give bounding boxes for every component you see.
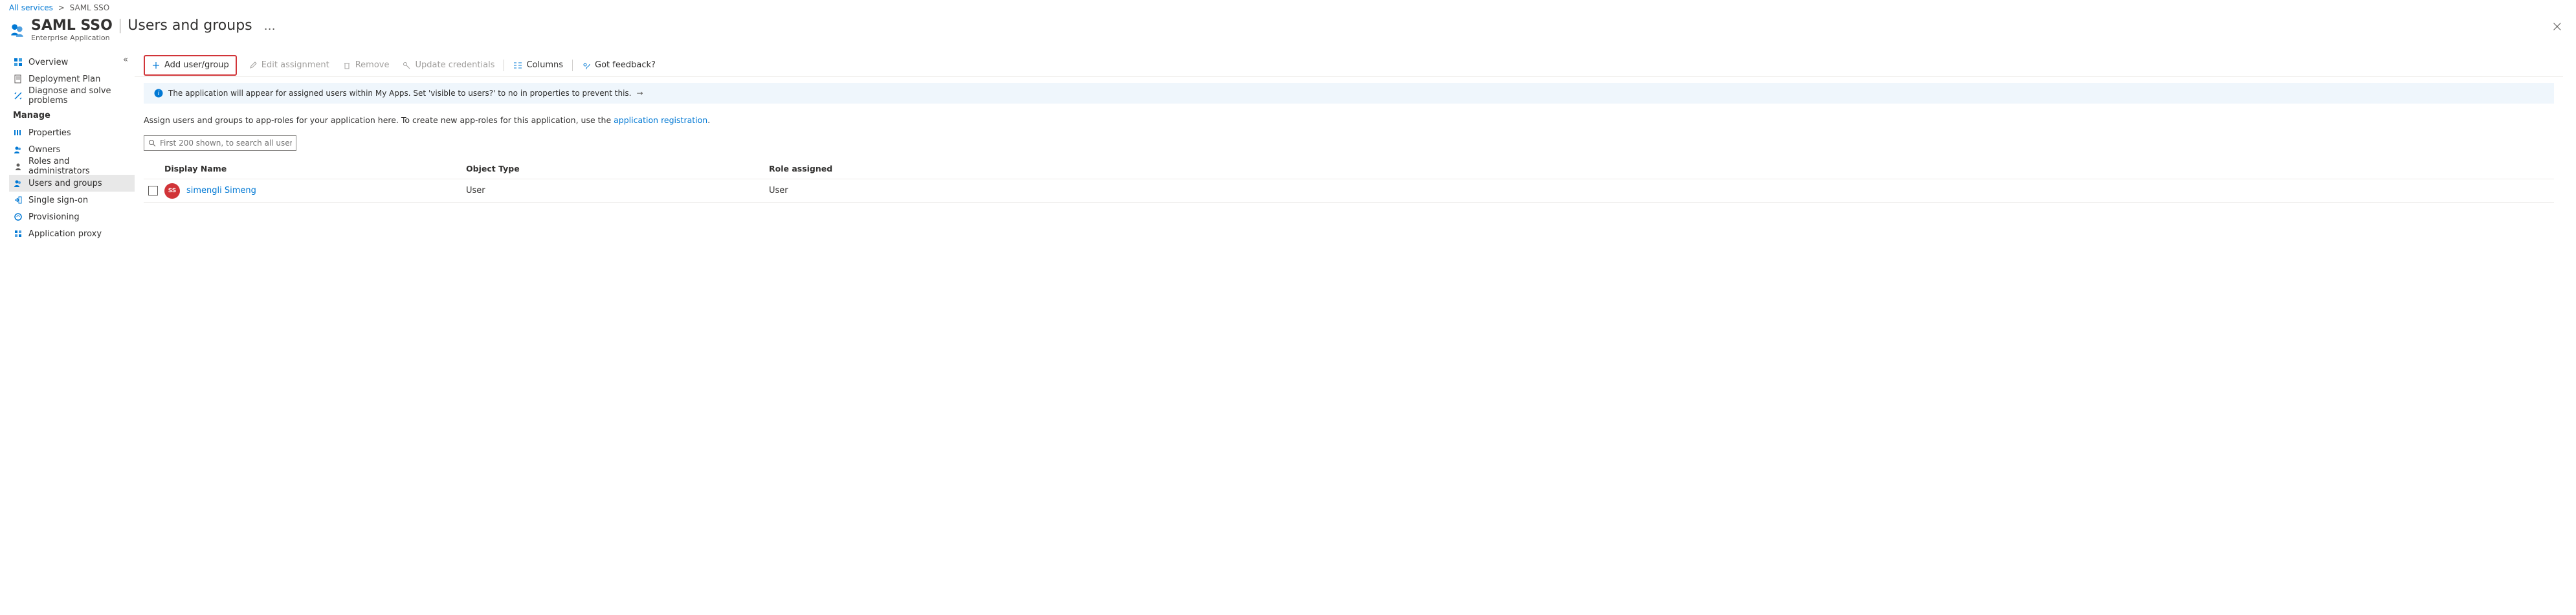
toolbar-separator <box>572 60 573 71</box>
users-table: Display Name Object Type Role assigned S… <box>144 159 2554 203</box>
collapse-sidebar-icon[interactable]: « <box>123 55 128 65</box>
sidebar-item-application-proxy[interactable]: Application proxy <box>9 225 135 242</box>
page-header: SAML SSO | Users and groups … Enterprise… <box>0 15 2576 54</box>
page-subtitle: Users and groups <box>128 17 252 34</box>
remove-button[interactable]: Remove <box>336 55 396 76</box>
resource-type-label: Enterprise Application <box>31 34 275 42</box>
properties-icon <box>13 128 23 138</box>
header-display-name[interactable]: Display Name <box>162 164 466 173</box>
sidebar-item-properties[interactable]: Properties <box>9 124 135 141</box>
toolbar-label: Remove <box>355 60 390 70</box>
sidebar-item-label: Diagnose and solve problems <box>28 86 131 106</box>
users-groups-icon <box>13 178 23 188</box>
roles-icon <box>13 161 23 172</box>
deployment-plan-icon <box>13 74 23 84</box>
toolbar-label: Add user/group <box>164 60 229 70</box>
banner-text: The application will appear for assigned… <box>168 89 631 98</box>
key-icon <box>402 61 411 70</box>
sidebar-section-manage: Manage <box>9 104 135 124</box>
toolbar-label: Update credentials <box>415 60 494 70</box>
sidebar-item-roles-admins[interactable]: Roles and administrators <box>9 158 135 175</box>
sidebar-item-label: Provisioning <box>28 212 80 222</box>
content-pane: Add user/group Edit assignment Remove Up… <box>135 54 2576 242</box>
breadcrumb-current: SAML SSO <box>70 3 110 12</box>
overview-icon <box>13 57 23 67</box>
sidebar-item-label: Application proxy <box>28 229 102 239</box>
header-object-type[interactable]: Object Type <box>466 164 769 173</box>
svg-text:i: i <box>158 90 160 97</box>
more-actions-icon[interactable]: … <box>264 19 275 33</box>
close-icon[interactable]: × <box>2551 19 2563 35</box>
toolbar: Add user/group Edit assignment Remove Up… <box>135 54 2563 77</box>
info-banner: i The application will appear for assign… <box>144 83 2554 104</box>
search-icon <box>148 139 156 147</box>
app-icon <box>9 21 26 38</box>
desc-text-post: . <box>707 115 710 125</box>
sso-icon <box>13 195 23 205</box>
sidebar-item-diagnose[interactable]: Diagnose and solve problems <box>9 87 135 104</box>
app-proxy-icon <box>13 229 23 239</box>
provisioning-icon <box>13 212 23 222</box>
row-role-assigned: User <box>769 186 2554 196</box>
sidebar-item-overview[interactable]: Overview <box>9 54 135 71</box>
sidebar-item-label: Single sign-on <box>28 196 88 205</box>
toolbar-label: Columns <box>526 60 563 70</box>
page-description: Assign users and groups to app-roles for… <box>135 104 2563 134</box>
row-checkbox[interactable] <box>148 186 158 196</box>
sidebar-item-provisioning[interactable]: Provisioning <box>9 208 135 225</box>
owners-icon <box>13 144 23 155</box>
sidebar-item-label: Overview <box>28 58 68 67</box>
sidebar-item-owners[interactable]: Owners <box>9 141 135 158</box>
title-divider: | <box>118 17 122 34</box>
avatar: SS <box>164 183 180 199</box>
trash-icon <box>342 61 351 70</box>
sidebar: « Overview Deployment Plan Diagnose and … <box>0 54 135 242</box>
sidebar-item-label: Owners <box>28 145 60 155</box>
table-header-row: Display Name Object Type Role assigned <box>144 159 2554 179</box>
sidebar-item-single-sign-on[interactable]: Single sign-on <box>9 192 135 208</box>
diagnose-icon <box>13 91 23 101</box>
table-row[interactable]: SS simengli Simeng User User <box>144 179 2554 203</box>
columns-icon <box>513 61 522 70</box>
search-box[interactable] <box>144 135 296 151</box>
breadcrumb-separator: > <box>58 3 65 12</box>
sidebar-item-users-groups[interactable]: Users and groups <box>9 175 135 192</box>
app-registration-link[interactable]: application registration <box>614 115 707 125</box>
feedback-icon <box>582 61 591 70</box>
page-title: SAML SSO <box>31 17 113 34</box>
columns-button[interactable]: Columns <box>507 55 570 76</box>
plus-icon <box>151 61 161 70</box>
sidebar-item-label: Properties <box>28 128 71 138</box>
search-input[interactable] <box>160 139 292 148</box>
header-role-assigned[interactable]: Role assigned <box>769 164 2554 173</box>
sidebar-item-label: Roles and administrators <box>28 157 131 176</box>
desc-text-pre: Assign users and groups to app-roles for… <box>144 115 614 125</box>
breadcrumb: All services > SAML SSO <box>0 0 2576 15</box>
feedback-button[interactable]: Got feedback? <box>575 55 662 76</box>
breadcrumb-root[interactable]: All services <box>9 3 53 12</box>
update-credentials-button[interactable]: Update credentials <box>395 55 501 76</box>
toolbar-label: Got feedback? <box>595 60 656 70</box>
pencil-icon <box>249 61 258 70</box>
add-user-group-button[interactable]: Add user/group <box>144 55 237 76</box>
row-object-type: User <box>466 186 769 196</box>
sidebar-item-label: Users and groups <box>28 179 102 188</box>
sidebar-item-deployment-plan[interactable]: Deployment Plan <box>9 71 135 87</box>
toolbar-label: Edit assignment <box>261 60 329 70</box>
info-icon: i <box>154 89 163 98</box>
edit-assignment-button[interactable]: Edit assignment <box>242 55 336 76</box>
sidebar-item-label: Deployment Plan <box>28 74 100 84</box>
arrow-right-icon[interactable]: → <box>636 89 643 98</box>
user-name-link[interactable]: simengli Simeng <box>186 186 256 196</box>
